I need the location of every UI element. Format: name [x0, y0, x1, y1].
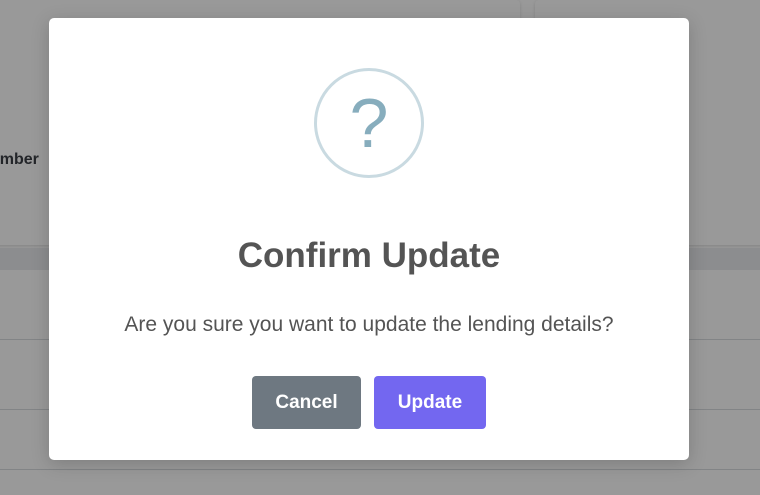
dialog-title: Confirm Update [237, 236, 501, 275]
cancel-button[interactable]: Cancel [252, 376, 361, 429]
question-glyph: ? [349, 84, 389, 162]
dialog-message: Are you sure you want to update the lend… [124, 313, 614, 336]
update-button[interactable]: Update [374, 376, 486, 429]
question-icon: ? [314, 68, 424, 178]
confirm-dialog: ? Confirm Update Are you sure you want t… [49, 18, 689, 460]
